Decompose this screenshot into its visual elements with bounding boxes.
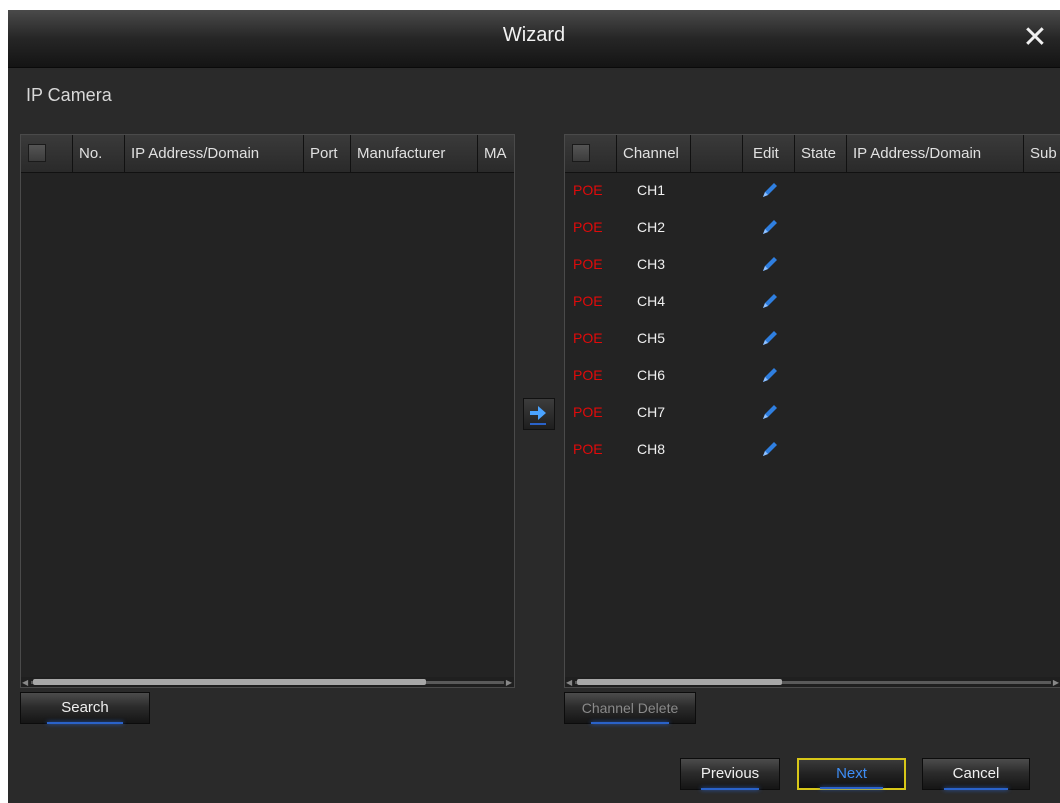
channel-row[interactable]: POE CH6: [565, 358, 1060, 395]
select-all-search-checkbox[interactable]: [28, 144, 46, 162]
poe-label: POE: [573, 404, 603, 420]
channel-label: CH3: [637, 256, 666, 272]
previous-button[interactable]: Previous: [680, 758, 780, 790]
col-edit[interactable]: Edit: [743, 135, 795, 173]
scroll-left-icon[interactable]: ◀: [22, 678, 28, 687]
channel-panel: Channel Edit State IP Address/Domain Sub…: [564, 134, 1060, 688]
channel-row[interactable]: POE CH3: [565, 247, 1060, 284]
col-subnet[interactable]: Sub: [1024, 135, 1060, 173]
col-blank: [691, 135, 743, 173]
select-all-channel-checkbox-cell: [565, 135, 617, 173]
scroll-thumb[interactable]: [577, 679, 782, 685]
pencil-icon[interactable]: [760, 291, 780, 311]
pencil-icon[interactable]: [760, 402, 780, 422]
channel-row[interactable]: POE CH8: [565, 432, 1060, 469]
poe-label: POE: [573, 293, 603, 309]
poe-label: POE: [573, 182, 603, 198]
channel-label: CH6: [637, 367, 666, 383]
section-title: IP Camera: [26, 85, 112, 105]
select-all-channel-checkbox[interactable]: [572, 144, 590, 162]
scroll-left-icon[interactable]: ◀: [566, 678, 572, 687]
pencil-icon[interactable]: [760, 328, 780, 348]
channel-label: CH5: [637, 330, 666, 346]
channel-row[interactable]: POE CH4: [565, 284, 1060, 321]
channel-row[interactable]: POE CH2: [565, 210, 1060, 247]
scroll-thumb[interactable]: [33, 679, 426, 685]
channel-label: CH8: [637, 441, 666, 457]
col-ip-address[interactable]: IP Address/Domain: [125, 135, 304, 173]
select-all-search-checkbox-cell: [21, 135, 73, 173]
channel-scrollbar[interactable]: ◀ ▶: [565, 677, 1060, 687]
col-manufacturer[interactable]: Manufacturer: [351, 135, 478, 173]
col-ip-address[interactable]: IP Address/Domain: [847, 135, 1024, 173]
arrow-right-icon: [530, 406, 546, 425]
channel-label: CH2: [637, 219, 666, 235]
channel-row[interactable]: POE CH5: [565, 321, 1060, 358]
close-icon[interactable]: ✕: [1020, 23, 1050, 53]
channel-label: CH4: [637, 293, 666, 309]
channel-row[interactable]: POE CH7: [565, 395, 1060, 432]
wizard-window: Wizard ✕ IP Camera No. IP Address/Domain…: [8, 10, 1060, 803]
cancel-button[interactable]: Cancel: [922, 758, 1030, 790]
title-bar: Wizard ✕: [8, 10, 1060, 68]
scroll-right-icon[interactable]: ▶: [506, 678, 512, 687]
next-button[interactable]: Next: [797, 758, 906, 790]
col-state[interactable]: State: [795, 135, 847, 173]
col-port[interactable]: Port: [304, 135, 351, 173]
pencil-icon[interactable]: [760, 254, 780, 274]
window-title: Wizard: [502, 24, 566, 46]
col-mac[interactable]: MA: [478, 135, 514, 173]
pencil-icon[interactable]: [760, 365, 780, 385]
poe-label: POE: [573, 367, 603, 383]
add-camera-button[interactable]: [523, 398, 555, 430]
search-button[interactable]: Search: [20, 692, 150, 724]
search-results-scrollbar[interactable]: ◀ ▶: [21, 677, 514, 687]
channel-label: CH7: [637, 404, 666, 420]
pencil-icon[interactable]: [760, 180, 780, 200]
search-results-panel: No. IP Address/Domain Port Manufacturer …: [20, 134, 515, 688]
channel-delete-button[interactable]: Channel Delete: [564, 692, 696, 724]
pencil-icon[interactable]: [760, 217, 780, 237]
pencil-icon[interactable]: [760, 439, 780, 459]
col-no[interactable]: No.: [73, 135, 125, 173]
poe-label: POE: [573, 441, 603, 457]
poe-label: POE: [573, 256, 603, 272]
search-results-header: No. IP Address/Domain Port Manufacturer …: [21, 135, 514, 173]
channel-label: CH1: [637, 182, 666, 198]
poe-label: POE: [573, 219, 603, 235]
col-channel[interactable]: Channel: [617, 135, 691, 173]
channel-header: Channel Edit State IP Address/Domain Sub: [565, 135, 1060, 173]
scroll-right-icon[interactable]: ▶: [1053, 678, 1059, 687]
channel-row[interactable]: POE CH1: [565, 173, 1060, 210]
poe-label: POE: [573, 330, 603, 346]
